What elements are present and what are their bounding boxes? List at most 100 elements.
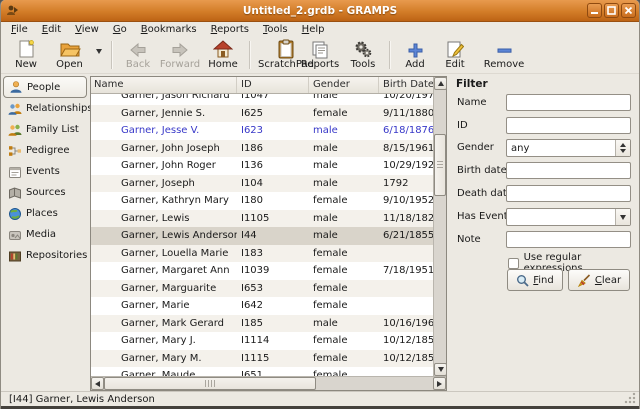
- sidebar-item-people[interactable]: People: [3, 76, 87, 98]
- open-dropdown-arrow[interactable]: [96, 49, 102, 54]
- table-row[interactable]: Garner, MaudeI651female: [91, 367, 433, 376]
- filter-has-event-combobox[interactable]: [506, 208, 631, 226]
- table-cell-name: Garner, Maude: [91, 367, 237, 376]
- table-row[interactable]: Garner, Margaret AnnI1039female7/18/1951: [91, 262, 433, 280]
- menu-bookmarks[interactable]: Bookmarks: [134, 23, 204, 36]
- table-cell-name: Garner, Lewis Anderson: [91, 227, 237, 245]
- column-header-gender[interactable]: Gender: [309, 77, 379, 93]
- table-cell-birth: [379, 367, 433, 376]
- table-row[interactable]: Garner, MarguariteI653female: [91, 280, 433, 298]
- vertical-scrollbar-thumb[interactable]: [434, 134, 446, 196]
- menu-reports[interactable]: Reports: [204, 23, 256, 36]
- sidebar-item-relationships[interactable]: Relationships: [3, 98, 87, 119]
- table-row[interactable]: Garner, LewisI1105male11/18/1823: [91, 210, 433, 228]
- find-button[interactable]: Find: [507, 269, 563, 291]
- scroll-left-button[interactable]: [91, 377, 104, 390]
- sidebar-item-events[interactable]: Events: [3, 161, 87, 182]
- menu-file[interactable]: File: [4, 23, 35, 36]
- scroll-up-button[interactable]: [434, 77, 447, 90]
- sidebar-item-media[interactable]: Media: [3, 224, 87, 245]
- table-row[interactable]: Garner, MarieI642female: [91, 297, 433, 315]
- vertical-scrollbar[interactable]: [433, 77, 446, 376]
- edit-button[interactable]: Edit: [437, 38, 473, 72]
- table-row[interactable]: Garner, John RogerI136male10/29/1925: [91, 157, 433, 175]
- sidebar-item-places[interactable]: Places: [3, 203, 87, 224]
- filter-note-input[interactable]: [506, 231, 631, 248]
- back-button[interactable]: Back: [117, 38, 159, 72]
- find-magnifier-icon: [516, 274, 529, 287]
- filter-panel: Filter Name ID Gender any Birth date Dea…: [449, 74, 638, 391]
- new-button[interactable]: New: [6, 38, 46, 72]
- scroll-down-button[interactable]: [434, 363, 447, 376]
- column-header-birth-date[interactable]: Birth Date: [379, 77, 433, 93]
- scroll-right-button[interactable]: [433, 377, 446, 390]
- table-cell-name: Garner, Jason Richard: [91, 94, 237, 105]
- remove-button[interactable]: Remove: [479, 38, 529, 72]
- maximize-button[interactable]: [604, 3, 619, 18]
- close-button[interactable]: [621, 3, 636, 18]
- add-button[interactable]: Add: [395, 38, 435, 72]
- filter-birth-date-input[interactable]: [506, 162, 631, 179]
- menu-help[interactable]: Help: [295, 23, 332, 36]
- table-row[interactable]: Garner, Lewis AndersonI44male6/21/1855: [91, 227, 433, 245]
- table-row[interactable]: Garner, JosephI104male1792: [91, 175, 433, 193]
- table-row[interactable]: Garner, John JosephI186male8/15/1961: [91, 140, 433, 158]
- menu-view[interactable]: View: [68, 23, 106, 36]
- filter-name-label: Name: [457, 94, 487, 111]
- table-cell-name: Garner, Mary M.: [91, 350, 237, 368]
- arrow-up-icon: [438, 81, 444, 86]
- sources-book-icon: [8, 186, 22, 200]
- filter-death-date-input[interactable]: [506, 185, 631, 202]
- reports-button[interactable]: Reports: [297, 38, 343, 72]
- add-plus-icon: [407, 42, 424, 59]
- table-cell-name: Garner, Joseph: [91, 175, 237, 193]
- table-row[interactable]: Garner, Jennie S.I625female9/11/1880: [91, 105, 433, 123]
- column-header-name[interactable]: Name: [91, 77, 237, 93]
- arrow-left-icon: [95, 381, 100, 387]
- table-cell-gender: male: [309, 175, 379, 193]
- spinner-arrows-icon[interactable]: [615, 140, 630, 156]
- reports-documents-icon: [310, 40, 330, 59]
- resize-grip[interactable]: [624, 392, 636, 404]
- table-row[interactable]: Garner, Mary M.I1115female10/12/1851: [91, 350, 433, 368]
- table-row[interactable]: Garner, Mary J.I1114female10/12/1851: [91, 332, 433, 350]
- filter-id-input[interactable]: [506, 117, 631, 134]
- horizontal-scrollbar-thumb[interactable]: [104, 377, 316, 390]
- column-header-id[interactable]: ID: [237, 77, 309, 93]
- menu-tools[interactable]: Tools: [256, 23, 295, 36]
- sidebar-item-family-list[interactable]: Family List: [3, 119, 87, 140]
- home-button[interactable]: Home: [201, 38, 245, 72]
- table-cell-gender: female: [309, 367, 379, 376]
- table-row[interactable]: Garner, Jesse V.I623male6/18/1876: [91, 122, 433, 140]
- horizontal-scrollbar[interactable]: [91, 376, 446, 390]
- table-cell-birth: 10/12/1851: [379, 350, 433, 368]
- dropdown-arrow-icon[interactable]: [615, 209, 630, 225]
- open-button[interactable]: Open: [47, 38, 92, 72]
- table-row[interactable]: Garner, Kathryn MaryI180female9/10/1952: [91, 192, 433, 210]
- clear-button[interactable]: Clear: [568, 269, 630, 291]
- table-header: Name ID Gender Birth Date: [91, 77, 433, 94]
- tools-gears-icon: [353, 40, 373, 59]
- filter-gender-combobox[interactable]: any: [506, 139, 631, 157]
- table-row[interactable]: Garner, Mark GerardI185male10/16/1962: [91, 315, 433, 333]
- tools-button[interactable]: Tools: [343, 38, 383, 72]
- table-cell-id: I625: [237, 105, 309, 123]
- home-icon: [213, 40, 233, 59]
- forward-button[interactable]: Forward: [159, 38, 201, 72]
- sidebar-item-sources[interactable]: Sources: [3, 182, 87, 203]
- sidebar-item-pedigree[interactable]: Pedigree: [3, 140, 87, 161]
- repositories-bookshelf-icon: [8, 249, 22, 263]
- table-cell-gender: male: [309, 94, 379, 105]
- menu-edit[interactable]: Edit: [35, 23, 68, 36]
- sidebar-item-repositories[interactable]: Repositories: [3, 245, 87, 266]
- use-regex-checkbox[interactable]: [508, 258, 519, 269]
- table-row[interactable]: Garner, Jason RichardI1047male10/20/1975: [91, 94, 433, 105]
- table-row[interactable]: Garner, Louella MarieI183female: [91, 245, 433, 263]
- family-list-icon: [8, 123, 22, 137]
- minimize-icon: [590, 6, 599, 15]
- places-globe-icon: [8, 207, 22, 221]
- minimize-button[interactable]: [587, 3, 602, 18]
- menu-go[interactable]: Go: [106, 23, 134, 36]
- titlebar[interactable]: Untitled_2.grdb - GRAMPS: [1, 0, 639, 22]
- filter-name-input[interactable]: [506, 94, 631, 111]
